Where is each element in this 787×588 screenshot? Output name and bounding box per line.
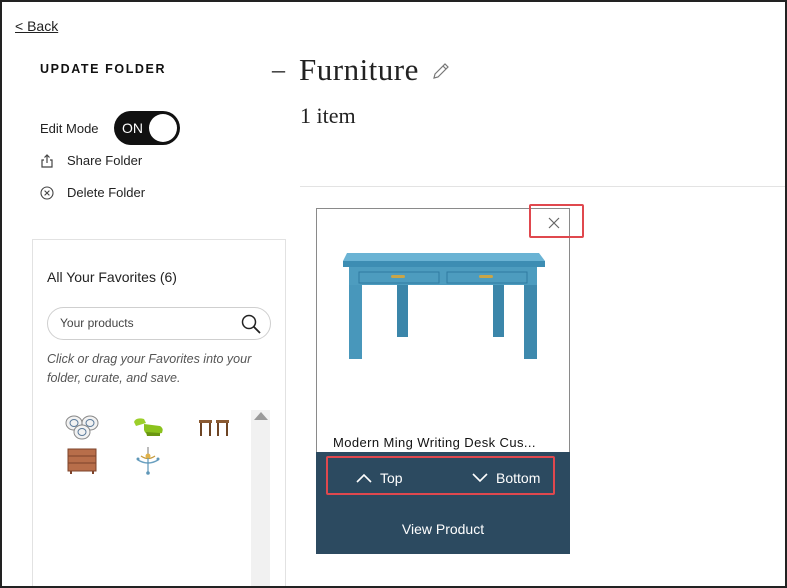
view-product-button[interactable]: View Product [316,521,570,537]
blue-desk-image[interactable] [335,239,555,439]
chandelier-thumbnail[interactable] [129,444,167,478]
delete-folder-label: Delete Folder [67,185,146,200]
chevron-down-icon [472,473,488,483]
plates-thumbnail[interactable] [63,410,101,444]
favorites-panel: All Your Favorites (6) Click or drag you… [32,239,286,588]
dresser-thumbnail[interactable] [63,444,101,478]
toggle-state-label: ON [122,120,143,136]
edit-mode-label: Edit Mode [40,121,99,136]
favorites-search [47,307,271,340]
move-top-label: Top [380,470,403,486]
product-card: Modern Ming Writing Desk Cus... Top Bott… [316,208,570,554]
close-icon[interactable] [542,212,566,234]
green-sofa-thumbnail[interactable] [129,410,167,444]
chevron-up-icon [356,473,372,483]
product-card-footer: Top Bottom View Product [316,452,570,554]
title-dash: – [272,55,285,84]
back-link[interactable]: < Back [15,18,58,34]
pencil-icon[interactable] [431,61,451,81]
header-divider [300,186,785,187]
item-count: 1 item [300,103,356,128]
share-folder-label: Share Folder [67,153,143,168]
side-tables-thumbnail[interactable] [195,410,233,444]
favorites-title: All Your Favorites (6) [47,269,177,285]
sidebar-title: UPDATE FOLDER [40,62,167,76]
share-folder-button[interactable]: Share Folder [40,153,142,168]
circle-x-icon [40,185,54,200]
share-icon [40,153,54,168]
favorites-hint: Click or drag your Favorites into your f… [47,352,252,385]
page-title-row: – Furniture [272,52,451,88]
edit-mode-toggle[interactable]: ON [114,111,180,145]
move-bottom-button[interactable]: Bottom [472,470,540,486]
move-top-button[interactable]: Top [356,470,403,486]
scroll-up-arrow-icon[interactable] [254,412,268,420]
toggle-knob [149,114,177,142]
search-icon[interactable] [240,313,262,335]
product-name[interactable]: Modern Ming Writing Desk Cus... [333,435,563,450]
page-title: Furniture [299,52,419,87]
move-bottom-label: Bottom [496,470,541,486]
delete-folder-button[interactable]: Delete Folder [40,185,145,200]
favorites-scrollbar[interactable] [251,410,270,588]
favorites-search-input[interactable] [60,316,230,330]
